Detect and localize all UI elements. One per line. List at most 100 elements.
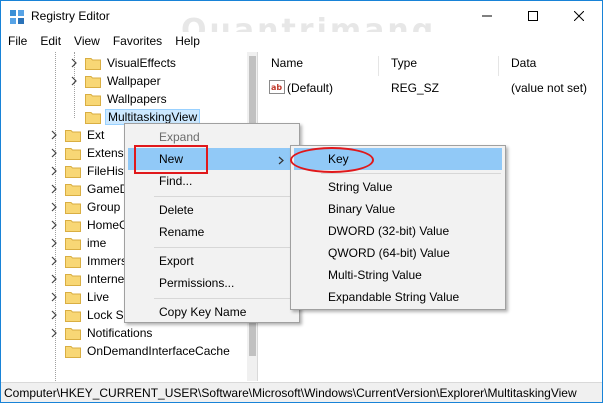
tree-item[interactable]: Ext: [49, 126, 106, 144]
minimize-button[interactable]: [464, 1, 510, 31]
tree-item[interactable]: Lock Sc: [49, 306, 132, 324]
chevron-right-icon[interactable]: [49, 292, 59, 302]
tree-item[interactable]: Notifications: [49, 324, 154, 342]
maximize-button[interactable]: [510, 1, 556, 31]
folder-icon: [65, 129, 81, 142]
tree-item-label: Ext: [87, 128, 105, 142]
tree-item-label: Live: [87, 290, 110, 304]
tree-item[interactable]: OnDemandInterfaceCache: [49, 342, 232, 360]
tree-item[interactable]: GameD: [49, 180, 130, 198]
submenu-item-string-value[interactable]: String Value: [294, 176, 502, 198]
chevron-right-icon[interactable]: [69, 58, 79, 68]
folder-icon: [85, 111, 101, 124]
close-icon: [574, 11, 584, 21]
chevron-right-icon[interactable]: [49, 130, 59, 140]
folder-icon: [85, 75, 101, 88]
tree-item[interactable]: Interne: [49, 270, 126, 288]
value-type: REG_SZ: [391, 81, 440, 95]
folder-icon: [65, 273, 81, 286]
column-header-type[interactable]: Type: [379, 56, 499, 76]
chevron-right-icon[interactable]: [49, 310, 59, 320]
tree-item[interactable]: Group: [49, 198, 122, 216]
registry-app-icon: [9, 9, 25, 25]
folder-icon: [65, 165, 81, 178]
submenu-item-expandable-string-value[interactable]: Expandable String Value: [294, 286, 502, 308]
folder-icon: [65, 345, 81, 358]
tree-item[interactable]: Wallpaper: [69, 72, 163, 90]
chevron-right-icon[interactable]: [49, 166, 59, 176]
chevron-right-icon[interactable]: [49, 256, 59, 266]
tree-item[interactable]: ime: [49, 234, 108, 252]
chevron-right-icon[interactable]: [49, 148, 59, 158]
menu-bar: File Edit View Favorites Help: [1, 32, 602, 51]
ctx-item-export[interactable]: Export: [128, 250, 296, 272]
folder-icon: [85, 93, 101, 106]
value-name: (Default): [287, 81, 334, 95]
ctx-separator: [154, 298, 294, 299]
tree-item[interactable]: HomeG: [49, 216, 130, 234]
submenu-separator: [321, 173, 501, 174]
submenu-item-qword-value[interactable]: QWORD (64-bit) Value: [294, 242, 502, 264]
value-row[interactable]: ab (Default) REG_SZ (value not set): [269, 80, 599, 98]
registry-editor-window: Registry Editor Quantrimang File Edit Vi…: [0, 0, 603, 403]
ctx-item-permissions[interactable]: Permissions...: [128, 272, 296, 294]
close-button[interactable]: [556, 1, 602, 31]
tree-item-label: VisualEffects: [107, 56, 176, 70]
ctx-item-rename[interactable]: Rename: [128, 221, 296, 243]
minimize-icon: [482, 15, 492, 17]
maximize-icon: [528, 11, 538, 21]
tree-item[interactable]: Extensi: [49, 144, 128, 162]
svg-text:ab: ab: [271, 83, 282, 92]
tree-item-label: Group: [87, 200, 121, 214]
menu-help[interactable]: Help: [168, 32, 206, 51]
value-data: (value not set): [511, 81, 588, 95]
folder-icon: [65, 255, 81, 268]
folder-icon: [65, 327, 81, 340]
tree-item[interactable]: VisualEffects: [69, 54, 178, 72]
tree-item-label: Extensi: [87, 146, 127, 160]
column-header-data[interactable]: Data: [499, 56, 602, 76]
menu-view[interactable]: View: [67, 32, 106, 51]
submenu-arrow-icon: [278, 154, 284, 168]
ctx-item-copy-key-name[interactable]: Copy Key Name: [128, 301, 296, 323]
chevron-right-icon[interactable]: [49, 328, 59, 338]
tree-item-label: Wallpaper: [107, 74, 161, 88]
window-title: Registry Editor: [31, 9, 110, 23]
string-value-icon: ab: [269, 80, 285, 97]
ctx-separator: [154, 247, 294, 248]
chevron-right-icon[interactable]: [69, 76, 79, 86]
menu-edit[interactable]: Edit: [33, 32, 67, 51]
tree-item[interactable]: FileHist: [49, 162, 129, 180]
chevron-right-icon[interactable]: [49, 274, 59, 284]
tree-item[interactable]: Live: [49, 288, 111, 306]
folder-icon: [65, 309, 81, 322]
submenu-item-multi-string-value[interactable]: Multi-String Value: [294, 264, 502, 286]
ctx-separator: [154, 196, 294, 197]
ctx-item-delete[interactable]: Delete: [128, 199, 296, 221]
tree-item-label: Notifications: [87, 326, 153, 340]
chevron-right-icon[interactable]: [49, 184, 59, 194]
chevron-right-icon[interactable]: [49, 220, 59, 230]
menu-file[interactable]: File: [1, 32, 33, 51]
submenu-item-binary-value[interactable]: Binary Value: [294, 198, 502, 220]
folder-icon: [85, 57, 101, 70]
chevron-right-icon[interactable]: [49, 238, 59, 248]
folder-icon: [65, 219, 81, 232]
tree-item-label: Interne: [87, 272, 125, 286]
tree-item-label: Wallpapers: [107, 92, 167, 106]
tree-item-label: OnDemandInterfaceCache: [87, 344, 230, 358]
tree-item[interactable]: Wallpapers: [69, 90, 169, 108]
folder-icon: [65, 147, 81, 160]
folder-icon: [65, 237, 81, 250]
tree-item-label: Immers: [87, 254, 127, 268]
column-header-name[interactable]: Name: [259, 56, 379, 76]
chevron-right-icon[interactable]: [49, 202, 59, 212]
submenu-item-dword-value[interactable]: DWORD (32-bit) Value: [294, 220, 502, 242]
folder-icon: [65, 201, 81, 214]
tree-item[interactable]: Immers: [49, 252, 129, 270]
menu-favorites[interactable]: Favorites: [106, 32, 168, 51]
folder-icon: [65, 183, 81, 196]
